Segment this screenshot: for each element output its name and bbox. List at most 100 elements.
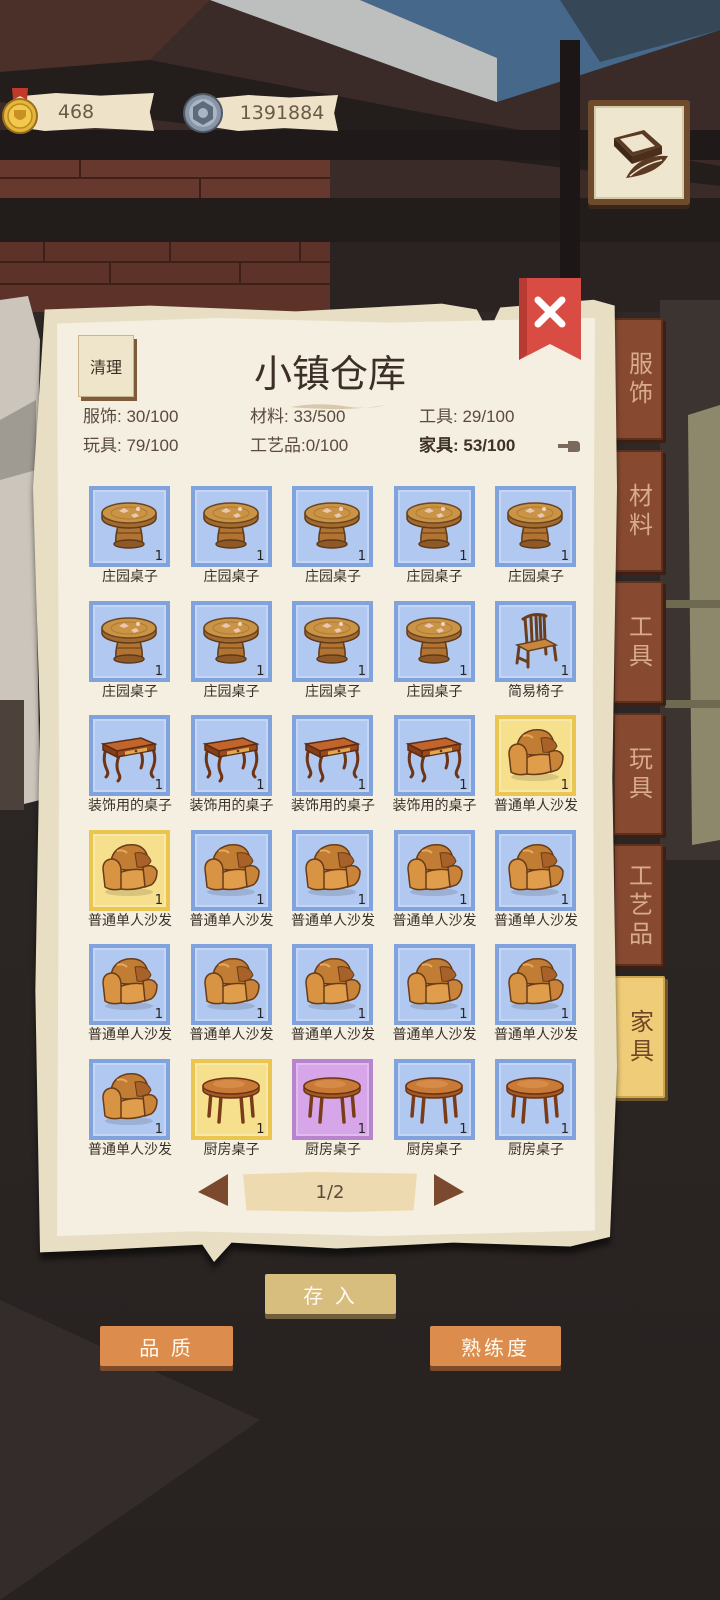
item-slot[interactable]: 1 厨房桌子 — [495, 1059, 577, 1159]
item-name: 庄园桌子 — [102, 682, 158, 699]
capacity-stats: 服饰: 30/100 材料: 33/500 工具: 29/100 玩具: 79/100… — [83, 406, 583, 466]
sort-by-quality-button[interactable]: 品 质 — [100, 1326, 233, 1366]
clear-button[interactable]: 清理 — [78, 335, 134, 397]
item-count: 1 — [560, 663, 569, 679]
item-slot[interactable]: 1 厨房桌子 — [190, 1059, 273, 1159]
item-frame: 1 — [495, 944, 576, 1026]
item-count: 1 — [357, 549, 366, 564]
close-button[interactable] — [515, 278, 585, 362]
item-count: 1 — [256, 1007, 265, 1023]
item-name: 普通单人沙发 — [88, 911, 172, 928]
item-slot[interactable]: 1 普通单人沙发 — [494, 944, 578, 1044]
item-slot[interactable]: 1 庄园桌子 — [292, 486, 374, 586]
next-page-button[interactable] — [432, 1172, 466, 1208]
item-frame: 1 — [89, 715, 170, 797]
tab-materials[interactable]: 材料 — [613, 449, 663, 572]
chair-icon — [503, 608, 567, 672]
armchair-icon — [402, 837, 466, 901]
item-frame: 1 — [292, 486, 373, 567]
category-tabs: 服饰 材料工具玩具工艺品家具 — [613, 318, 667, 1108]
prev-page-button[interactable] — [196, 1172, 230, 1208]
item-slot[interactable]: 1 普通单人沙发 — [88, 829, 172, 930]
item-count: 1 — [459, 549, 468, 564]
item-slot[interactable]: 1 庄园桌子 — [190, 600, 273, 701]
item-frame: 1 — [495, 486, 576, 567]
item-slot[interactable]: 1 庄园桌子 — [89, 600, 171, 701]
item-count: 1 — [154, 1007, 163, 1023]
item-name: 装饰用的桌子 — [291, 797, 375, 814]
item-slot[interactable]: 1 普通单人沙发 — [494, 715, 578, 815]
desk-icon — [300, 722, 364, 786]
item-name: 庄园桌子 — [406, 568, 463, 584]
clear-button-label: 清理 — [89, 360, 122, 377]
item-name: 厨房桌子 — [305, 1141, 361, 1157]
item-name: 庄园桌子 — [508, 568, 564, 584]
tab-clothing[interactable]: 服饰 — [613, 318, 663, 440]
item-frame: 1 — [89, 486, 170, 567]
item-slot[interactable]: 1 普通单人沙发 — [190, 829, 274, 930]
item-slot[interactable]: 1 普通单人沙发 — [190, 944, 274, 1044]
item-slot[interactable]: 1 普通单人沙发 — [88, 944, 172, 1044]
journal-button[interactable] — [588, 100, 690, 205]
item-slot[interactable]: 1 庄园桌子 — [292, 600, 374, 701]
item-name: 庄园桌子 — [305, 568, 361, 584]
round-table-icon — [402, 493, 466, 557]
item-frame: 1 — [393, 944, 475, 1026]
gear-coin-icon — [182, 92, 224, 134]
item-slot[interactable]: 1 简易椅子 — [495, 600, 577, 701]
item-name: 普通单人沙发 — [494, 911, 578, 928]
item-slot[interactable]: 1 普通单人沙发 — [88, 1059, 172, 1159]
quality-button-label: 品 质 — [139, 1337, 194, 1360]
item-slot[interactable]: 1 庄园桌子 — [89, 486, 171, 586]
item-slot[interactable]: 1 装饰用的桌子 — [88, 715, 172, 815]
tab-toys[interactable]: 玩具 — [613, 712, 663, 835]
item-frame: 1 — [292, 715, 373, 797]
stat-clothing: 服饰: 30/100 — [83, 407, 179, 426]
stat-tools: 工具: 29/100 — [419, 407, 515, 426]
item-name: 庄园桌子 — [203, 682, 260, 699]
item-name: 普通单人沙发 — [88, 1141, 172, 1157]
item-frame: 1 — [393, 829, 475, 911]
tab-tools[interactable]: 工具 — [613, 581, 663, 703]
item-slot[interactable]: 1 庄园桌子 — [190, 486, 273, 586]
item-frame: 1 — [190, 829, 272, 911]
item-slot[interactable]: 1 装饰用的桌子 — [291, 715, 375, 815]
round-table-icon — [97, 608, 161, 672]
item-slot[interactable]: 1 庄园桌子 — [495, 486, 577, 586]
armchair-icon — [199, 837, 263, 901]
item-slot[interactable]: 1 庄园桌子 — [393, 486, 476, 586]
item-slot[interactable]: 1 普通单人沙发 — [291, 944, 375, 1044]
item-slot[interactable]: 1 装饰用的桌子 — [393, 715, 477, 815]
item-name: 庄园桌子 — [305, 682, 361, 699]
round-table-icon — [97, 493, 161, 557]
item-frame: 1 — [393, 486, 475, 567]
item-name: 普通单人沙发 — [291, 911, 375, 928]
deposit-button[interactable]: 存 入 — [265, 1274, 396, 1314]
item-slot[interactable]: 1 普通单人沙发 — [291, 829, 375, 930]
item-count: 1 — [459, 663, 468, 679]
item-frame: 1 — [495, 715, 576, 797]
stat-furniture: 家具: 53/100 — [419, 436, 516, 455]
arrow-left-icon — [198, 1174, 228, 1206]
tab-furniture[interactable]: 家具 — [613, 975, 665, 1098]
arrow-right-icon — [434, 1174, 464, 1206]
item-slot[interactable]: 1 装饰用的桌子 — [190, 715, 274, 815]
tab-label: 工具 — [629, 614, 653, 670]
item-slot[interactable]: 1 普通单人沙发 — [393, 829, 477, 930]
item-count: 1 — [560, 892, 569, 908]
armchair-icon — [300, 951, 364, 1015]
item-slot[interactable]: 1 普通单人沙发 — [393, 944, 477, 1044]
round-table-icon — [199, 493, 263, 557]
item-slot[interactable]: 1 厨房桌子 — [292, 1059, 374, 1159]
item-count: 1 — [154, 1122, 163, 1137]
item-slot[interactable]: 1 厨房桌子 — [393, 1059, 476, 1159]
item-slot[interactable]: 1 庄园桌子 — [393, 600, 476, 701]
item-count: 1 — [560, 1122, 569, 1137]
item-name: 简易椅子 — [508, 682, 564, 699]
item-slot[interactable]: 1 普通单人沙发 — [494, 829, 578, 930]
sort-by-proficiency-button[interactable]: 熟练度 — [430, 1326, 561, 1366]
tab-crafts[interactable]: 工艺品 — [613, 844, 663, 966]
item-name: 普通单人沙发 — [291, 1026, 375, 1043]
item-name: 庄园桌子 — [203, 568, 260, 584]
item-frame: 1 — [190, 715, 272, 797]
